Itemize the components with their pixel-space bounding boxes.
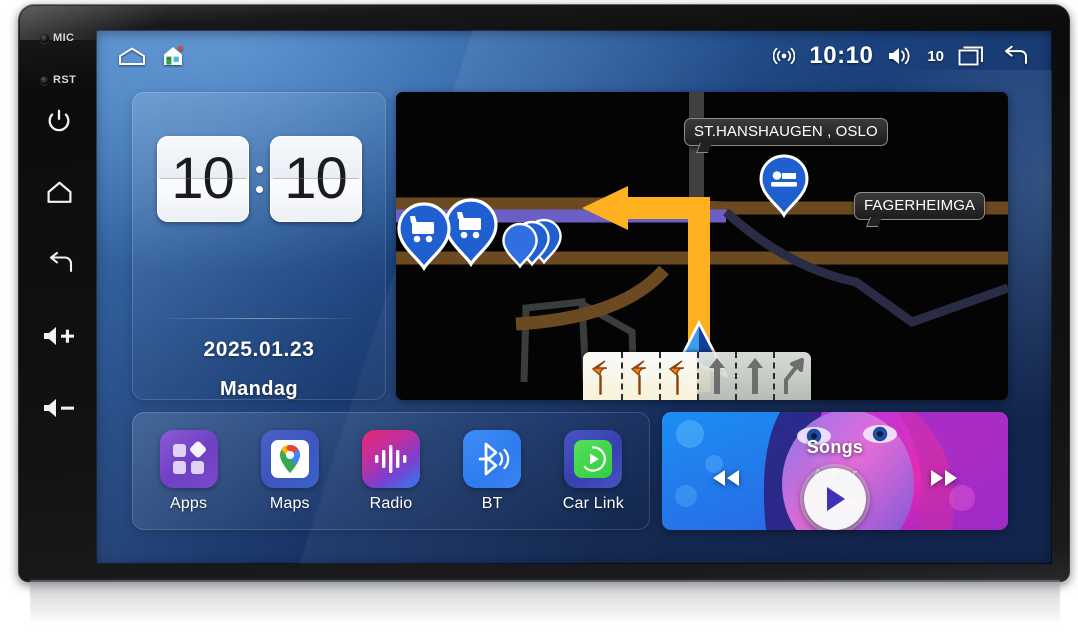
google-maps-pin-icon <box>279 444 300 473</box>
street-label[interactable]: FAGERHEIMGA <box>854 192 986 220</box>
app-dock: Apps Maps Radio BT Car Link <box>132 412 650 530</box>
previous-track-button[interactable] <box>710 462 742 494</box>
volume-level: 10 <box>927 47 944 65</box>
home-button[interactable] <box>46 180 73 205</box>
clock-weekday: Mandag <box>220 378 298 400</box>
waveform-icon <box>374 444 407 473</box>
reset-hole-icon[interactable] <box>40 75 49 85</box>
turn-left-icon <box>668 360 685 395</box>
apps-tile[interactable] <box>159 429 218 488</box>
music-title: Songs <box>806 437 864 457</box>
lane-left-2 <box>621 352 659 400</box>
recent-apps-icon[interactable] <box>958 45 985 67</box>
app-label: Car Link <box>562 494 624 512</box>
clock-colon-icon <box>253 165 266 193</box>
navigation-map-widget[interactable]: ST.HANSHAUGEN , OSLO FAGERHEIMGA <box>396 92 1008 400</box>
turn-left-icon <box>591 360 608 395</box>
app-maps[interactable]: Maps <box>246 429 334 513</box>
volume-down-button[interactable] <box>42 396 76 420</box>
app-radio[interactable]: Radio <box>347 429 435 513</box>
back-arrow-icon <box>49 252 73 273</box>
turn-left-icon <box>630 360 647 395</box>
slight-right-arrow-icon <box>784 358 804 394</box>
app-label: BT <box>481 494 503 512</box>
app-label: Apps <box>169 494 208 512</box>
mic-hole-icon <box>40 33 49 43</box>
head-unit-device: MIC RST 10:10 10 10 10 2025.01.23 Mandag… <box>18 4 1070 582</box>
bluetooth-icon <box>478 442 510 475</box>
speaker-icon[interactable] <box>887 45 913 67</box>
house-app-icon[interactable] <box>162 45 184 67</box>
touchscreen[interactable]: 10:10 10 10 10 2025.01.23 Mandag ST.HANS… <box>96 30 1052 564</box>
maps-inner-tile <box>270 439 309 478</box>
lane-left-1 <box>583 352 621 400</box>
clock-hours: 10 <box>171 146 235 211</box>
wifi-broadcast-icon[interactable] <box>773 45 796 67</box>
home-outline-icon[interactable] <box>118 47 146 66</box>
next-track-button[interactable] <box>928 462 960 494</box>
app-label: Maps <box>269 494 310 512</box>
rewind-icon <box>713 470 739 486</box>
flip-clock: 10 10 <box>132 136 386 222</box>
lane-guidance <box>583 352 811 400</box>
play-icon <box>827 487 845 511</box>
lane-left-3 <box>659 352 697 400</box>
carlink-inner-tile <box>574 439 613 478</box>
bt-tile[interactable] <box>463 429 522 488</box>
mic-label: MIC <box>53 32 75 44</box>
mic-label-group: MIC <box>40 32 74 44</box>
divider <box>156 318 362 319</box>
fast-forward-icon <box>931 470 957 486</box>
lane-straight-1 <box>697 352 735 400</box>
clock-widget[interactable]: 10 10 2025.01.23 Mandag <box>132 92 386 400</box>
status-bar-right: 10:10 10 <box>773 42 1052 70</box>
back-arrow-icon[interactable] <box>999 45 1030 67</box>
back-button[interactable] <box>46 252 74 276</box>
destination-label[interactable]: ST.HANSHAUGEN , OSLO <box>684 118 888 146</box>
play-button[interactable] <box>804 468 866 530</box>
straight-arrow-icon <box>709 358 725 394</box>
volume-down-icon <box>44 399 74 417</box>
app-dock-row: Apps Maps Radio BT Car Link <box>132 412 650 530</box>
device-reflection <box>30 580 1060 638</box>
status-bar-left <box>96 45 184 67</box>
radio-tile[interactable] <box>361 429 420 488</box>
play-circle-icon <box>583 445 607 472</box>
app-bt[interactable]: BT <box>448 429 536 513</box>
app-label: Radio <box>369 494 413 512</box>
maps-tile[interactable] <box>260 429 319 488</box>
reset-label-group[interactable]: RST <box>40 74 76 86</box>
clock-date: 2025.01.23 <box>203 338 315 361</box>
app-apps[interactable]: Apps <box>145 429 233 513</box>
power-icon <box>48 109 70 132</box>
home-icon <box>47 181 72 203</box>
app-carlink[interactable]: Car Link <box>549 429 637 513</box>
lane-straight-2 <box>735 352 773 400</box>
clock-minutes: 10 <box>284 146 348 211</box>
status-bar: 10:10 10 <box>96 30 1052 82</box>
hardware-bezel: MIC RST <box>18 4 106 582</box>
reset-label: RST <box>53 74 77 86</box>
status-bar-clock: 10:10 <box>809 42 874 69</box>
power-button[interactable] <box>46 108 72 134</box>
app-grid-icon <box>172 441 206 474</box>
volume-up-button[interactable] <box>42 324 76 348</box>
straight-arrow-icon <box>747 358 763 394</box>
carlink-tile[interactable] <box>564 429 623 488</box>
clock-hours-card: 10 <box>156 136 249 222</box>
lane-slight-right <box>773 352 811 400</box>
music-player-widget[interactable]: Songs Author <box>662 412 1008 530</box>
clock-minutes-card: 10 <box>269 136 362 222</box>
volume-up-icon <box>44 327 74 345</box>
